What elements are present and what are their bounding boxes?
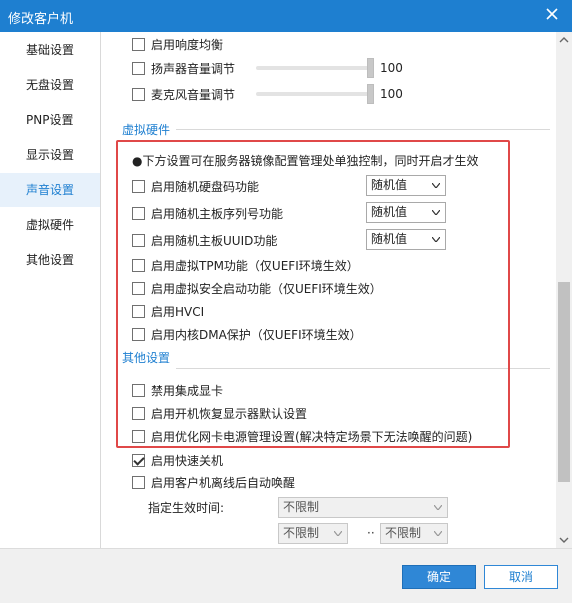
effective-time-select-value: 不限制 <box>283 500 320 514</box>
dialog-footer: 确定 取消 <box>0 548 572 603</box>
time-range-end-value: 不限制 <box>385 526 422 540</box>
mic-volume-value: 100 <box>380 87 403 101</box>
restore-display-option[interactable]: 启用开机恢复显示器默认设置 <box>132 404 307 422</box>
mic-label: 麦克风音量调节 <box>151 87 236 102</box>
chevron-down-icon <box>432 183 440 188</box>
time-range-start-value: 不限制 <box>283 526 320 540</box>
time-range-start-select[interactable]: 不限制 <box>278 523 348 544</box>
virtual-tpm-label: 启用虚拟TPM功能（仅UEFI环境生效） <box>151 258 359 273</box>
virtual-hardware-title: 虚拟硬件 <box>122 123 171 137</box>
mic-option[interactable]: 麦克风音量调节 <box>132 85 235 103</box>
random-disk-option[interactable]: 启用随机硬盘码功能 <box>132 177 259 195</box>
close-icon[interactable] <box>542 4 562 24</box>
sidebar: 基础设置 无盘设置 PNP设置 显示设置 声音设置 虚拟硬件 其他设置 <box>0 32 101 548</box>
other-settings-title: 其他设置 <box>122 351 171 365</box>
speaker-option[interactable]: 扬声器音量调节 <box>132 59 235 77</box>
effective-time-select[interactable]: 不限制 <box>278 497 448 518</box>
random-board-uuid-select[interactable]: 随机值 <box>366 229 446 250</box>
hvci-option[interactable]: 启用HVCI <box>132 302 204 320</box>
sidebar-item-pnp[interactable]: PNP设置 <box>0 103 100 137</box>
fast-shutdown-label: 启用快速关机 <box>151 453 224 468</box>
random-board-serial-checkbox[interactable] <box>132 206 145 220</box>
loudness-label: 启用响度均衡 <box>151 37 224 52</box>
random-board-uuid-select-value: 随机值 <box>371 232 408 246</box>
mic-checkbox[interactable] <box>132 87 145 101</box>
random-board-serial-label: 启用随机主板序列号功能 <box>151 206 284 221</box>
auto-wake-checkbox[interactable] <box>132 475 145 489</box>
kernel-dma-option[interactable]: 启用内核DMA保护（仅UEFI环境生效） <box>132 325 362 343</box>
chevron-down-icon <box>432 210 440 215</box>
chevron-down-icon <box>432 237 440 242</box>
random-board-uuid-label: 启用随机主板UUID功能 <box>151 233 278 248</box>
nic-power-option[interactable]: 启用优化网卡电源管理设置(解决特定场景下无法唤醒的问题) <box>132 427 472 445</box>
hvci-label: 启用HVCI <box>151 304 205 319</box>
vertical-scrollbar[interactable] <box>556 32 572 548</box>
random-disk-label: 启用随机硬盘码功能 <box>151 179 260 194</box>
virtual-tpm-option[interactable]: 启用虚拟TPM功能（仅UEFI环境生效） <box>132 256 359 274</box>
scrollbar-thumb[interactable] <box>558 282 570 482</box>
speaker-checkbox[interactable] <box>132 61 145 75</box>
speaker-slider-thumb[interactable] <box>367 58 374 78</box>
kernel-dma-checkbox[interactable] <box>132 327 145 341</box>
scroll-up-icon[interactable] <box>556 32 572 48</box>
chevron-down-icon <box>434 505 442 510</box>
speaker-slider[interactable] <box>256 66 374 70</box>
nic-power-label: 启用优化网卡电源管理设置(解决特定场景下无法唤醒的问题) <box>151 429 473 444</box>
sidebar-item-basic[interactable]: 基础设置 <box>0 33 100 67</box>
sidebar-item-other[interactable]: 其他设置 <box>0 243 100 277</box>
sidebar-item-diskless[interactable]: 无盘设置 <box>0 68 100 102</box>
sidebar-item-display[interactable]: 显示设置 <box>0 138 100 172</box>
random-board-serial-select-value: 随机值 <box>371 205 408 219</box>
disable-igpu-label: 禁用集成显卡 <box>151 383 224 398</box>
virtual-hardware-note: ●下方设置可在服务器镜像配置管理处单独控制，同时开启才生效 <box>132 154 479 168</box>
speaker-label: 扬声器音量调节 <box>151 61 236 76</box>
restore-display-label: 启用开机恢复显示器默认设置 <box>151 406 308 421</box>
nic-power-checkbox[interactable] <box>132 429 145 443</box>
auto-wake-option[interactable]: 启用客户机离线后自动唤醒 <box>132 473 295 491</box>
random-board-uuid-checkbox[interactable] <box>132 233 145 247</box>
window-title: 修改客户机 <box>8 12 74 27</box>
sidebar-item-virtual-hardware[interactable]: 虚拟硬件 <box>0 208 100 242</box>
fast-shutdown-option[interactable]: 启用快速关机 <box>132 451 223 469</box>
section-divider <box>176 129 550 130</box>
chevron-down-icon <box>334 531 342 536</box>
random-disk-select-value: 随机值 <box>371 178 408 192</box>
loudness-checkbox[interactable] <box>132 37 145 51</box>
time-range-separator: ·· <box>367 526 375 540</box>
secure-boot-label: 启用虚拟安全启动功能（仅UEFI环境生效） <box>151 281 382 296</box>
loudness-option[interactable]: 启用响度均衡 <box>132 35 223 53</box>
effective-time-label: 指定生效时间: <box>148 501 225 515</box>
disable-igpu-option[interactable]: 禁用集成显卡 <box>132 381 223 399</box>
section-divider <box>176 368 550 369</box>
auto-wake-label: 启用客户机离线后自动唤醒 <box>151 475 296 490</box>
random-board-uuid-option[interactable]: 启用随机主板UUID功能 <box>132 231 277 249</box>
settings-panel: 启用响度均衡 扬声器音量调节 100 麦克风音量调节 100 虚拟硬件 ●下方设… <box>102 32 556 548</box>
fast-shutdown-checkbox[interactable] <box>132 453 145 467</box>
cancel-button[interactable]: 取消 <box>484 565 558 589</box>
time-range-end-select[interactable]: 不限制 <box>380 523 448 544</box>
ok-button[interactable]: 确定 <box>402 565 476 589</box>
scroll-down-icon[interactable] <box>556 532 572 548</box>
random-disk-checkbox[interactable] <box>132 179 145 193</box>
secure-boot-checkbox[interactable] <box>132 281 145 295</box>
virtual-tpm-checkbox[interactable] <box>132 258 145 272</box>
hvci-checkbox[interactable] <box>132 304 145 318</box>
random-disk-select[interactable]: 随机值 <box>366 175 446 196</box>
title-bar: 修改客户机 <box>0 0 572 32</box>
chevron-down-icon <box>434 531 442 536</box>
sidebar-item-sound[interactable]: 声音设置 <box>0 173 100 207</box>
mic-slider-thumb[interactable] <box>367 84 374 104</box>
restore-display-checkbox[interactable] <box>132 406 145 420</box>
random-board-serial-option[interactable]: 启用随机主板序列号功能 <box>132 204 283 222</box>
speaker-volume-value: 100 <box>380 61 403 75</box>
disable-igpu-checkbox[interactable] <box>132 383 145 397</box>
secure-boot-option[interactable]: 启用虚拟安全启动功能（仅UEFI环境生效） <box>132 279 382 297</box>
kernel-dma-label: 启用内核DMA保护（仅UEFI环境生效） <box>151 327 362 342</box>
random-board-serial-select[interactable]: 随机值 <box>366 202 446 223</box>
mic-slider[interactable] <box>256 92 374 96</box>
